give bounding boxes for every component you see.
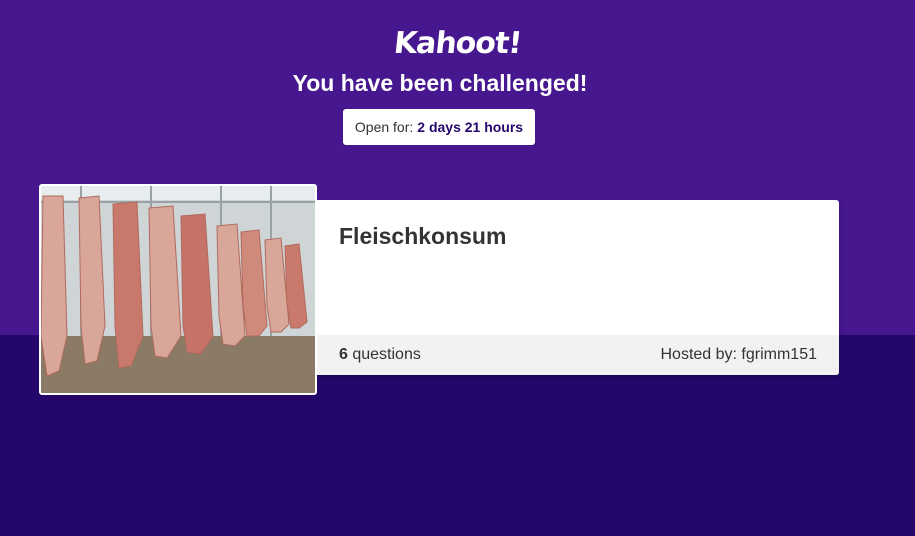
host-label: Hosted by: (660, 346, 737, 363)
kahoot-logo: Kahoot! (392, 26, 523, 61)
open-for-badge: Open for: 2 days 21 hours (343, 109, 535, 145)
host-info: Hosted by: fgrimm151 (660, 346, 817, 364)
question-count: 6 questions (339, 346, 421, 364)
quiz-card[interactable]: Fleischkonsum 6 questions Hosted by: fgr… (315, 200, 839, 375)
quiz-cover-image (39, 184, 317, 395)
challenge-headline: You have been challenged! (292, 70, 588, 96)
meat-carcasses-illustration (41, 186, 315, 393)
open-for-value: 2 days 21 hours (417, 119, 524, 135)
question-count-label: questions (352, 346, 421, 363)
question-count-number: 6 (339, 346, 348, 363)
quiz-card-footer: 6 questions Hosted by: fgrimm151 (315, 335, 839, 375)
quiz-title: Fleischkonsum (339, 223, 507, 249)
host-name: fgrimm151 (741, 346, 817, 363)
open-for-label: Open for: (354, 119, 414, 135)
